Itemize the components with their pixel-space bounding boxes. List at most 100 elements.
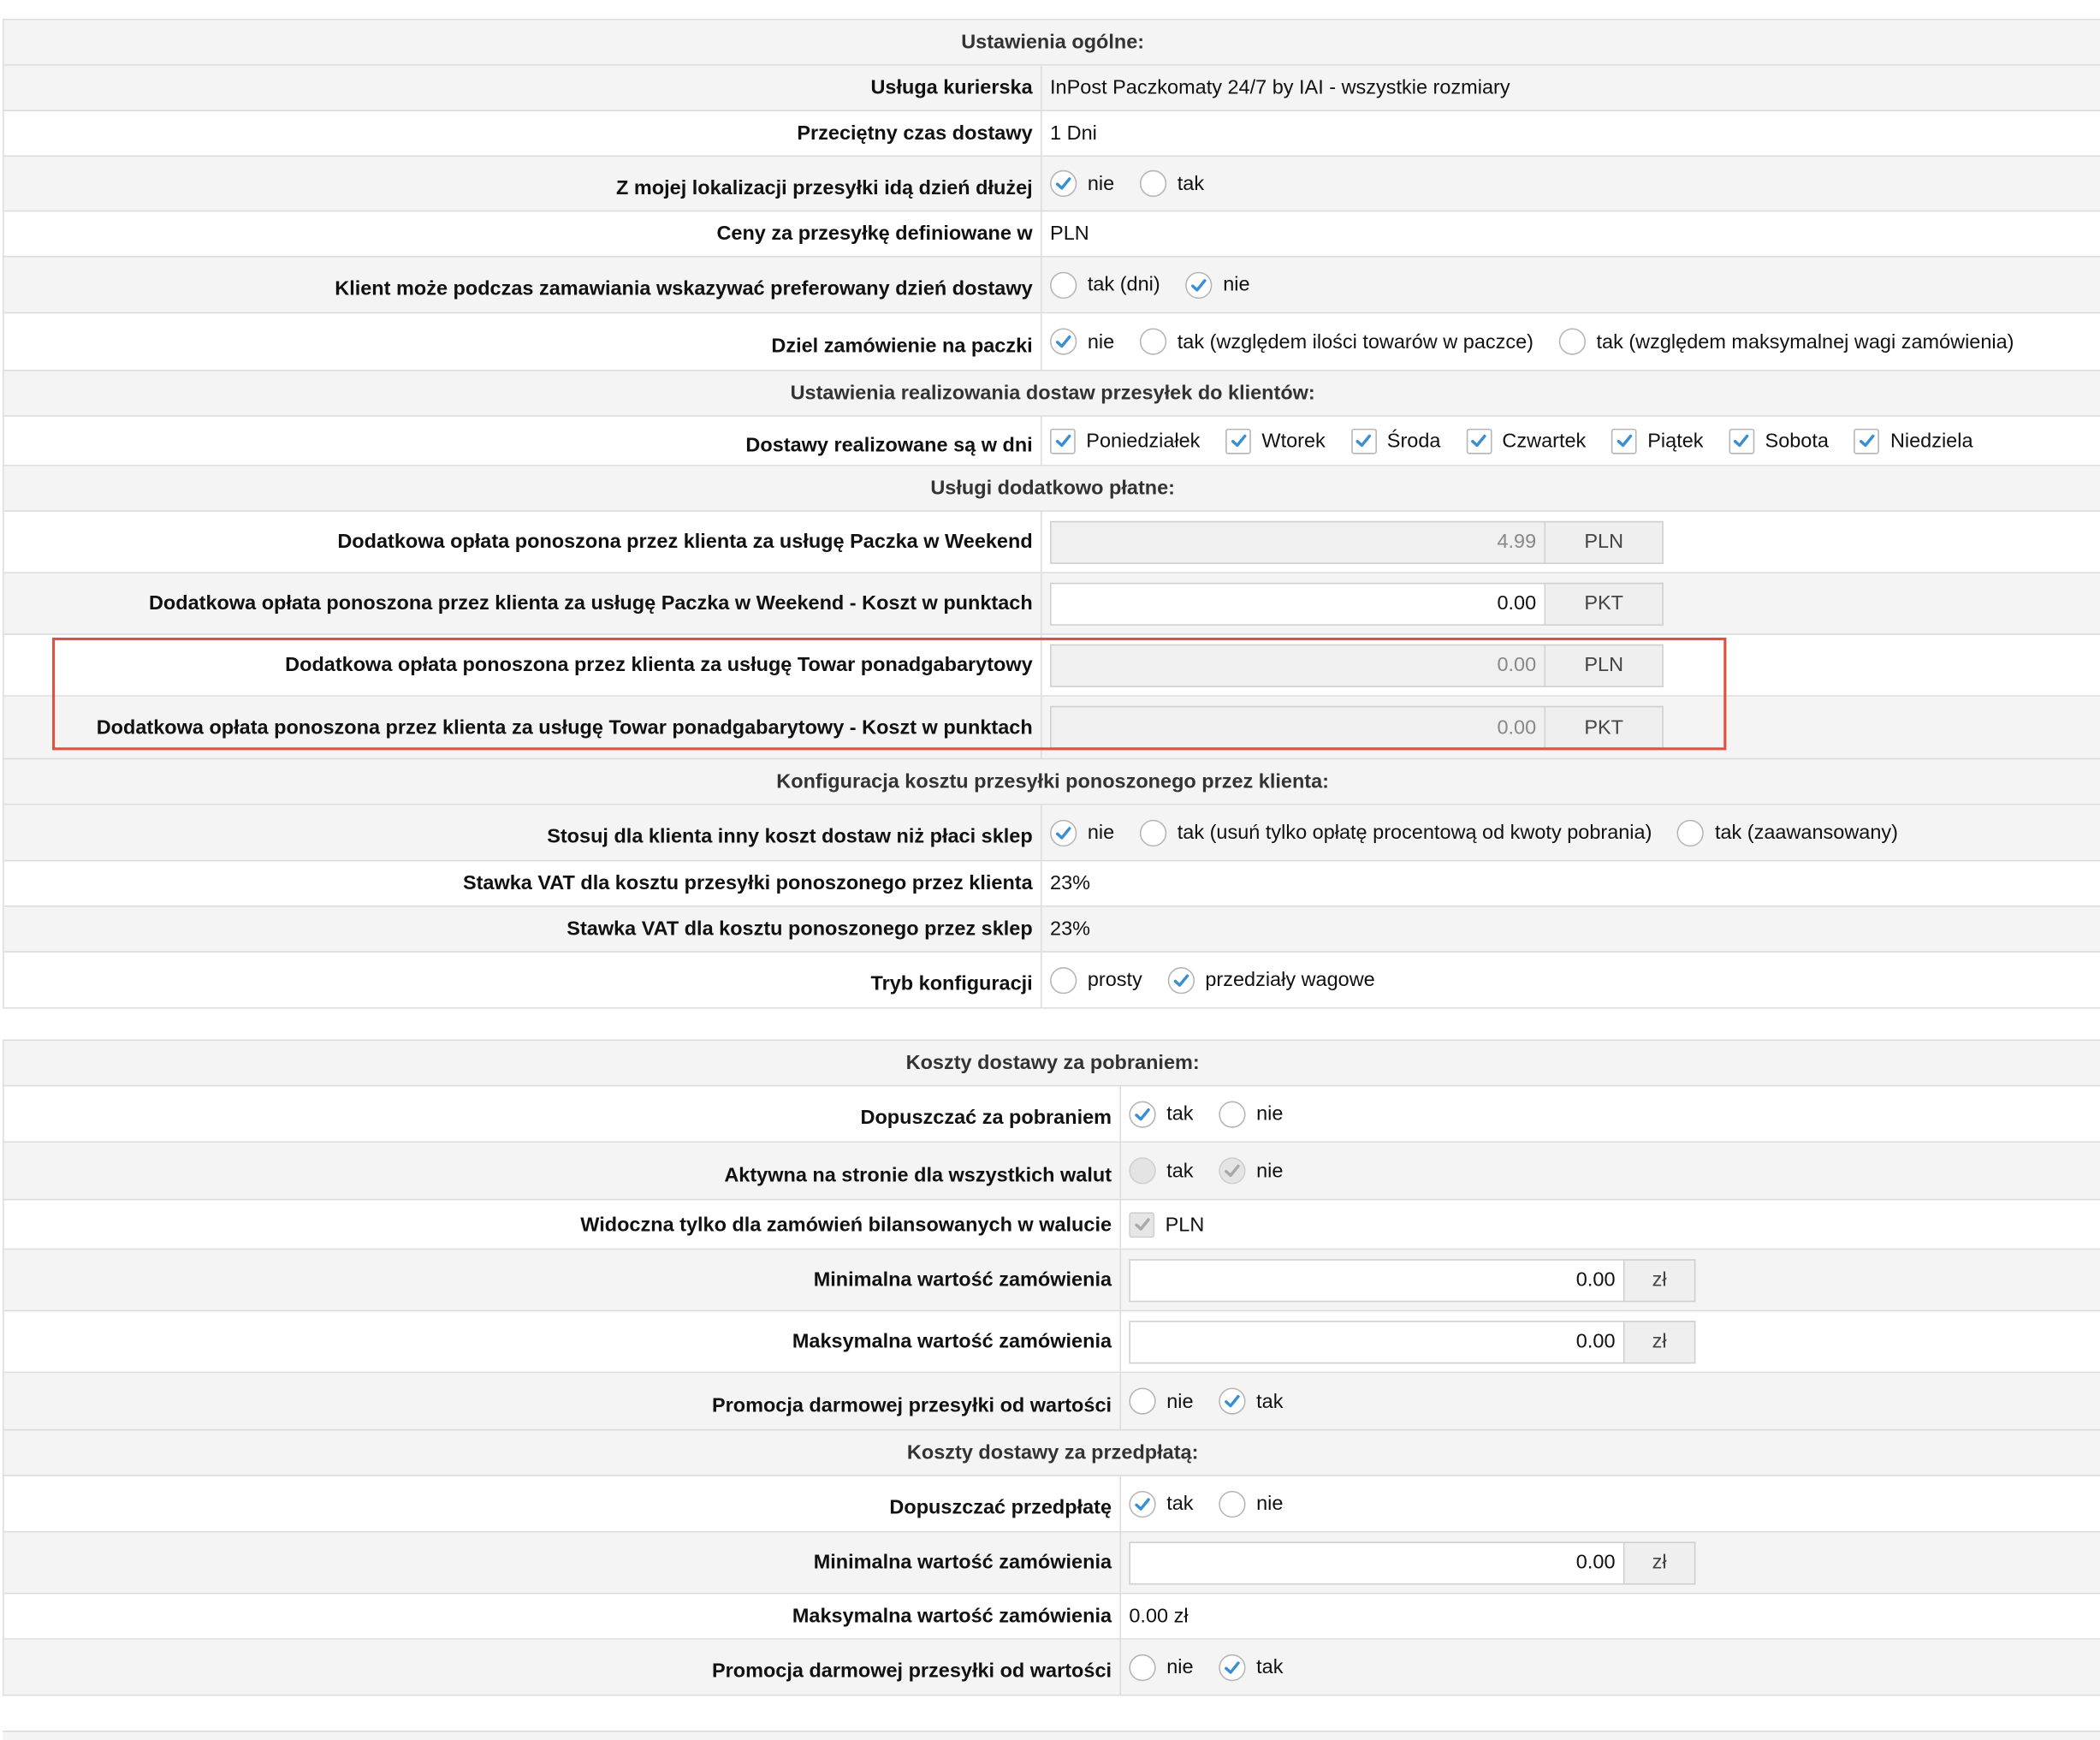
row-avg-time: Przeciętny czas dostawy 1 Dni (3, 110, 2100, 157)
row-vat-client: Stawka VAT dla kosztu przesyłki ponoszon… (3, 861, 2100, 907)
option-label: tak (dni) (1087, 273, 1160, 296)
section-cod: Koszty dostawy za pobraniem: (3, 1041, 2100, 1087)
checkbox-icon (1350, 428, 1377, 454)
field-label: Dopuszczać za pobraniem (860, 1106, 1112, 1130)
unit-addon: zł (1624, 1541, 1696, 1584)
field-label-wrap: Klient może podczas zamawiania wskazywać… (4, 257, 1042, 312)
row-vat-shop: Stawka VAT dla kosztu ponoszonego przez … (3, 906, 2100, 953)
row-day-longer: Z mojej lokalizacji przesyłki idą dzień … (3, 157, 2100, 212)
section-title: Ustawienia realizowania dostaw przesyłek… (790, 382, 1315, 405)
weekend-points-input[interactable] (1050, 582, 1546, 626)
radio-icon (1139, 169, 1167, 198)
pref-day-no[interactable]: nie (1185, 270, 1250, 299)
option-label: tak (1166, 1102, 1194, 1125)
radio-icon (1050, 169, 1077, 198)
option-label: tak (1256, 1655, 1284, 1679)
field-label: Ceny za przesyłkę definiowane w (4, 211, 1042, 256)
radio-icon (1219, 1100, 1246, 1128)
field-label-wrap: Dopuszczać za pobraniem (4, 1086, 1121, 1142)
other-cost-advanced[interactable]: tak (zaawansowany) (1677, 819, 1898, 846)
pref-day-yes[interactable]: tak (dni) (1050, 270, 1160, 299)
option-label: nie (1166, 1655, 1194, 1679)
day-longer-yes[interactable]: tak (1139, 169, 1204, 198)
mode-weight-ranges[interactable]: przedziały wagowe (1167, 966, 1375, 994)
field-label-wrap: Aktywna na stronie dla wszystkich walut (4, 1143, 1121, 1199)
radio-icon (1050, 270, 1077, 299)
field-label: Dodatkowa opłata ponoszona przez klienta… (4, 696, 1042, 758)
prepaid-min-input[interactable] (1129, 1541, 1625, 1584)
radio-icon (1139, 328, 1167, 355)
mode-simple[interactable]: prosty (1050, 966, 1142, 994)
split-by-weight[interactable]: tak (względem maksymalnej wagi zamówieni… (1558, 328, 2014, 355)
field-label: Usługa kurierska (4, 65, 1042, 110)
radio-icon (1129, 1490, 1156, 1517)
field-label: Tryb konfiguracji (870, 972, 1033, 995)
section-title: Usługi dodatkowo płatne: (930, 477, 1175, 500)
prepaid-max-value: 0.00 zł (1129, 1604, 1189, 1628)
checkbox-icon (1050, 428, 1076, 454)
field-label: Maksymalna wartość zamówienia (4, 1311, 1121, 1372)
field-label: Widoczna tylko dla zamówień bilansowanyc… (4, 1200, 1121, 1249)
cod-max-input[interactable] (1129, 1320, 1625, 1363)
radio-icon (1167, 966, 1195, 994)
split-by-count[interactable]: tak (względem ilości towarów w paczce) (1139, 328, 1533, 355)
cod-promo-yes[interactable]: tak (1219, 1387, 1283, 1415)
split-no[interactable]: nie (1050, 328, 1114, 355)
cod-min-input[interactable] (1129, 1258, 1625, 1302)
day-tuesday[interactable]: Wtorek (1225, 428, 1326, 454)
field-label: Stawka VAT dla kosztu ponoszonego przez … (4, 906, 1042, 952)
option-label: Sobota (1765, 429, 1829, 453)
radio-icon (1219, 1654, 1246, 1681)
weekend-fee-input[interactable] (1050, 520, 1546, 564)
oversize-points-input[interactable] (1050, 705, 1546, 749)
day-monday[interactable]: Poniedziałek (1050, 428, 1200, 454)
row-cod-allow: Dopuszczać za pobraniem tak nie (3, 1086, 2100, 1143)
field-label-wrap: Dopuszczać przedpłatę (4, 1476, 1121, 1531)
next-block-edge (3, 1731, 2100, 1740)
field-label: Dziel zamówienie na paczki (771, 334, 1033, 358)
cod-allow-no[interactable]: nie (1219, 1100, 1283, 1128)
day-thursday[interactable]: Czwartek (1466, 428, 1586, 454)
row-split: Dziel zamówienie na paczki nie tak (wzgl… (3, 313, 2100, 371)
day-wednesday[interactable]: Środa (1350, 428, 1440, 454)
field-label-wrap: Promocja darmowej przesyłki od wartości (4, 1373, 1121, 1429)
row-prepaid-min: Minimalna wartość zamówienia zł (3, 1532, 2100, 1595)
cod-promo-no[interactable]: nie (1129, 1387, 1194, 1415)
radio-icon (1129, 1387, 1156, 1415)
option-label: przedziały wagowe (1205, 968, 1375, 992)
avg-time-value: 1 Dni (1050, 122, 1097, 145)
prepaid-allow-yes[interactable]: tak (1129, 1490, 1194, 1517)
other-cost-percent[interactable]: tak (usuń tylko opłatę procentową od kwo… (1139, 819, 1652, 846)
balanced-pln[interactable]: PLN (1129, 1211, 1205, 1238)
field-label-wrap: Promocja darmowej przesyłki od wartości (4, 1639, 1121, 1695)
field-label: Dodatkowa opłata ponoszona przez klienta… (4, 634, 1042, 696)
checkbox-icon (1854, 428, 1880, 454)
row-cod-min: Minimalna wartość zamówienia zł (3, 1250, 2100, 1312)
row-extra-oversize: Dodatkowa opłata ponoszona przez klienta… (3, 634, 2100, 697)
other-cost-no[interactable]: nie (1050, 819, 1114, 846)
section-general: Ustawienia ogólne: (3, 20, 2100, 66)
all-curr-yes[interactable]: tak (1129, 1157, 1194, 1185)
day-saturday[interactable]: Sobota (1729, 428, 1829, 454)
prepaid-promo-no[interactable]: nie (1129, 1654, 1194, 1681)
day-sunday[interactable]: Niedziela (1854, 428, 1973, 454)
prepaid-promo-yes[interactable]: tak (1219, 1654, 1284, 1681)
day-friday[interactable]: Piątek (1611, 428, 1704, 454)
unit-addon: zł (1624, 1258, 1696, 1302)
radio-icon (1050, 966, 1077, 994)
oversize-fee-input[interactable] (1050, 644, 1546, 687)
field-label: Dostawy realizowane są w dni (745, 433, 1033, 456)
radio-icon (1129, 1157, 1156, 1185)
radio-icon (1558, 328, 1587, 355)
prepaid-allow-no[interactable]: nie (1219, 1490, 1283, 1517)
all-curr-no[interactable]: nie (1219, 1157, 1283, 1185)
row-prices: Ceny za przesyłkę definiowane w PLN (3, 211, 2100, 258)
row-prepaid-allow: Dopuszczać przedpłatę tak nie (3, 1476, 2100, 1533)
radio-icon (1129, 1100, 1156, 1128)
radio-icon (1139, 819, 1167, 846)
cod-allow-yes[interactable]: tak (1129, 1100, 1194, 1128)
field-label-wrap: Stosuj dla klienta inny koszt dostaw niż… (4, 805, 1042, 860)
option-label: nie (1166, 1389, 1194, 1413)
day-longer-no[interactable]: nie (1050, 169, 1114, 198)
option-label: PLN (1165, 1213, 1205, 1236)
